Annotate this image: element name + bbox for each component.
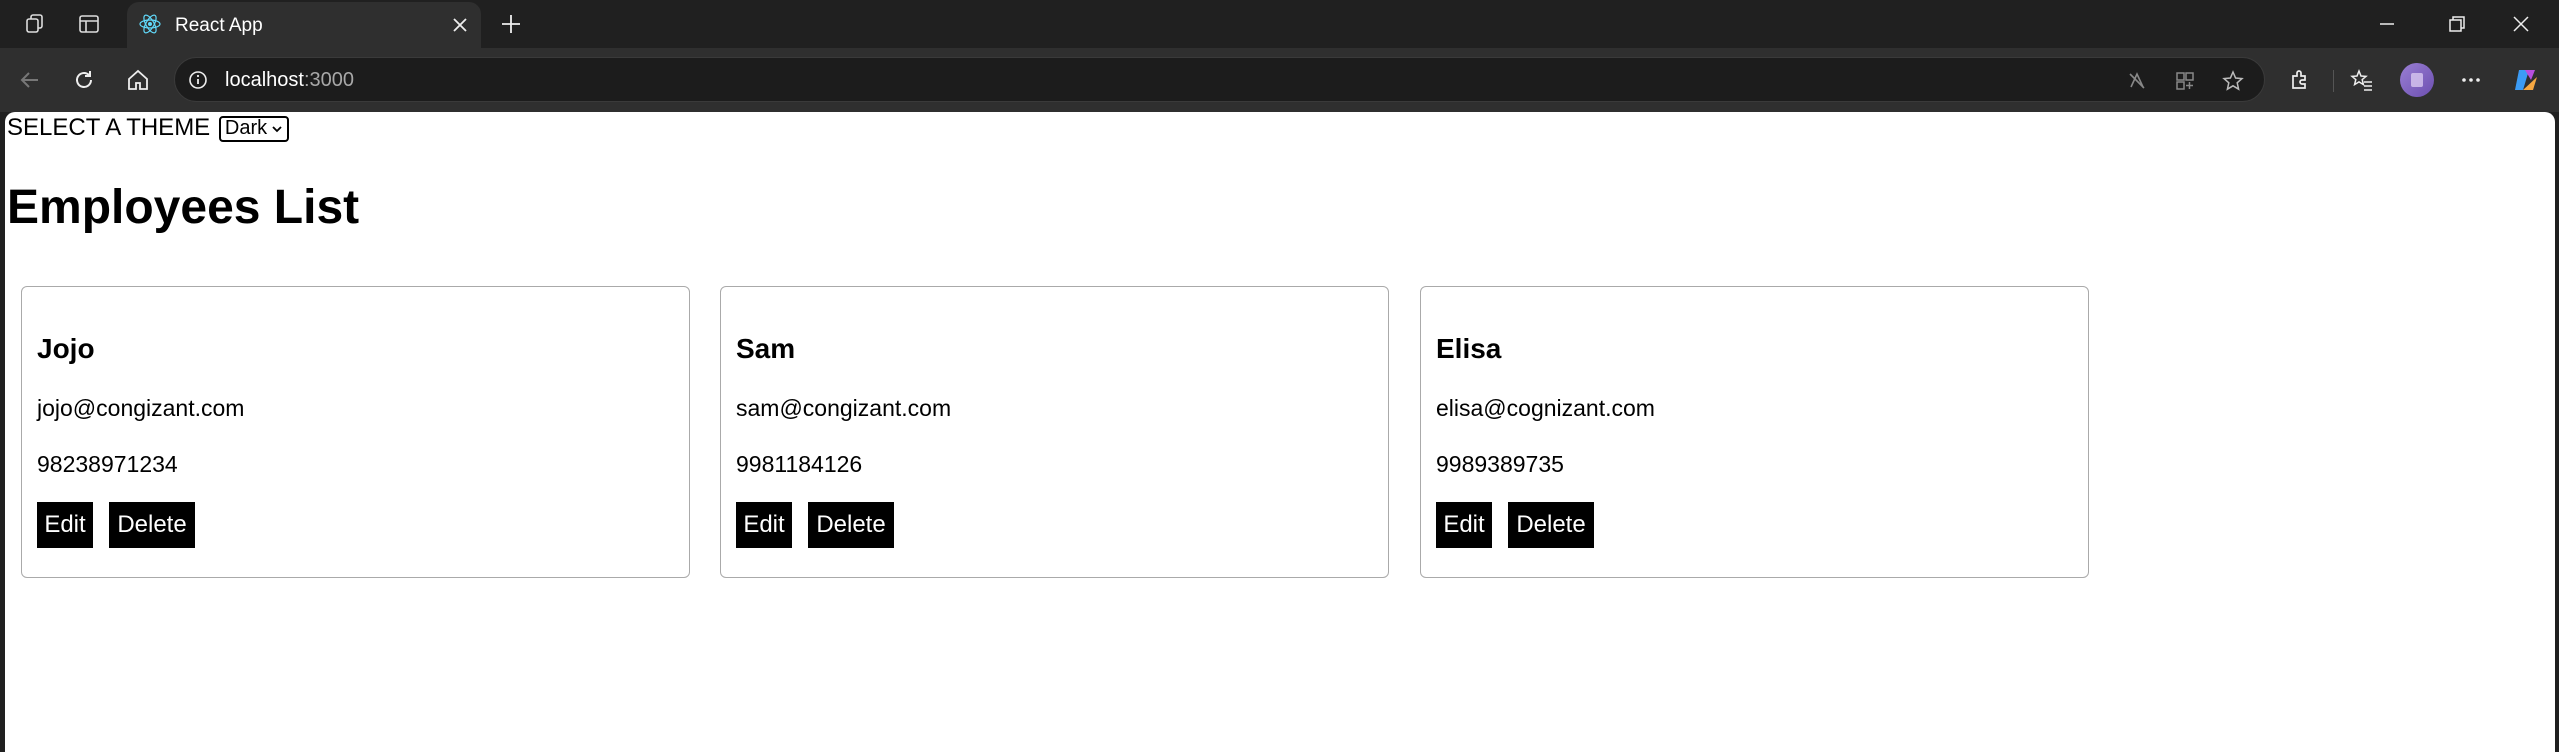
apps-icon[interactable] xyxy=(2172,68,2198,94)
toolbar-separator xyxy=(2333,70,2334,92)
address-bar[interactable]: localhost:3000 xyxy=(174,57,2265,102)
back-icon[interactable] xyxy=(14,64,46,96)
employee-name: Elisa xyxy=(1436,333,1502,364)
employee-email: sam@congizant.com xyxy=(736,395,952,421)
theme-selector-row: SELECT A THEME Dark xyxy=(7,114,290,142)
favorite-star-icon[interactable] xyxy=(2220,68,2246,94)
restore-icon[interactable] xyxy=(2442,9,2472,39)
page-viewport: SELECT A THEME Dark Employees List Jojo … xyxy=(5,112,2555,752)
extensions-icon[interactable] xyxy=(2284,64,2316,96)
delete-button[interactable]: Delete xyxy=(1508,502,1594,548)
chevron-down-icon xyxy=(272,125,282,132)
employee-phone: 9989389735 xyxy=(1436,451,1564,477)
profile-avatar[interactable] xyxy=(2400,63,2434,97)
react-logo-icon xyxy=(136,10,164,38)
copilot-icon[interactable] xyxy=(2510,64,2542,96)
refresh-icon[interactable] xyxy=(68,64,100,96)
delete-button[interactable]: Delete xyxy=(109,502,195,548)
more-options-icon[interactable] xyxy=(2455,64,2487,96)
page-title: Employees List xyxy=(7,181,360,234)
browser-tab-bar: React App xyxy=(0,0,2559,48)
delete-button[interactable]: Delete xyxy=(808,502,894,548)
edit-button[interactable]: Edit xyxy=(37,502,93,548)
theme-select-value: Dark xyxy=(224,117,268,139)
copilot-page-icon[interactable] xyxy=(2124,68,2150,94)
new-tab-icon[interactable] xyxy=(496,9,526,39)
employee-card: Jojo jojo@congizant.com 98238971234 Edit… xyxy=(21,286,690,578)
employee-name: Sam xyxy=(736,333,796,364)
tab-actions-icon[interactable] xyxy=(75,10,103,38)
employee-name: Jojo xyxy=(37,333,95,364)
edit-button[interactable]: Edit xyxy=(1436,502,1492,548)
url-text: localhost:3000 xyxy=(225,69,354,92)
employee-card: Sam sam@congizant.com 9981184126 Edit De… xyxy=(720,286,1389,578)
employee-email: elisa@cognizant.com xyxy=(1436,395,1655,421)
close-window-icon[interactable] xyxy=(2506,9,2536,39)
employee-phone: 98238971234 xyxy=(37,451,178,477)
tab-title: React App xyxy=(175,15,263,36)
url-port: :3000 xyxy=(303,69,354,91)
close-tab-icon[interactable] xyxy=(447,12,473,38)
site-info-icon[interactable] xyxy=(187,69,209,91)
employee-card: Elisa elisa@cognizant.com 9989389735 Edi… xyxy=(1420,286,2089,578)
minimize-icon[interactable] xyxy=(2372,9,2402,39)
employee-phone: 9981184126 xyxy=(736,451,863,477)
home-icon[interactable] xyxy=(122,64,154,96)
browser-tab-active[interactable]: React App xyxy=(127,2,481,48)
theme-select[interactable]: Dark xyxy=(218,115,290,142)
edit-button[interactable]: Edit xyxy=(736,502,792,548)
theme-label: SELECT A THEME xyxy=(7,114,211,141)
browser-toolbar: localhost:3000 xyxy=(0,48,2559,112)
url-host: localhost xyxy=(225,69,304,91)
workspaces-icon[interactable] xyxy=(22,10,50,38)
favorites-icon[interactable] xyxy=(2346,64,2378,96)
employee-email: jojo@congizant.com xyxy=(37,395,245,421)
